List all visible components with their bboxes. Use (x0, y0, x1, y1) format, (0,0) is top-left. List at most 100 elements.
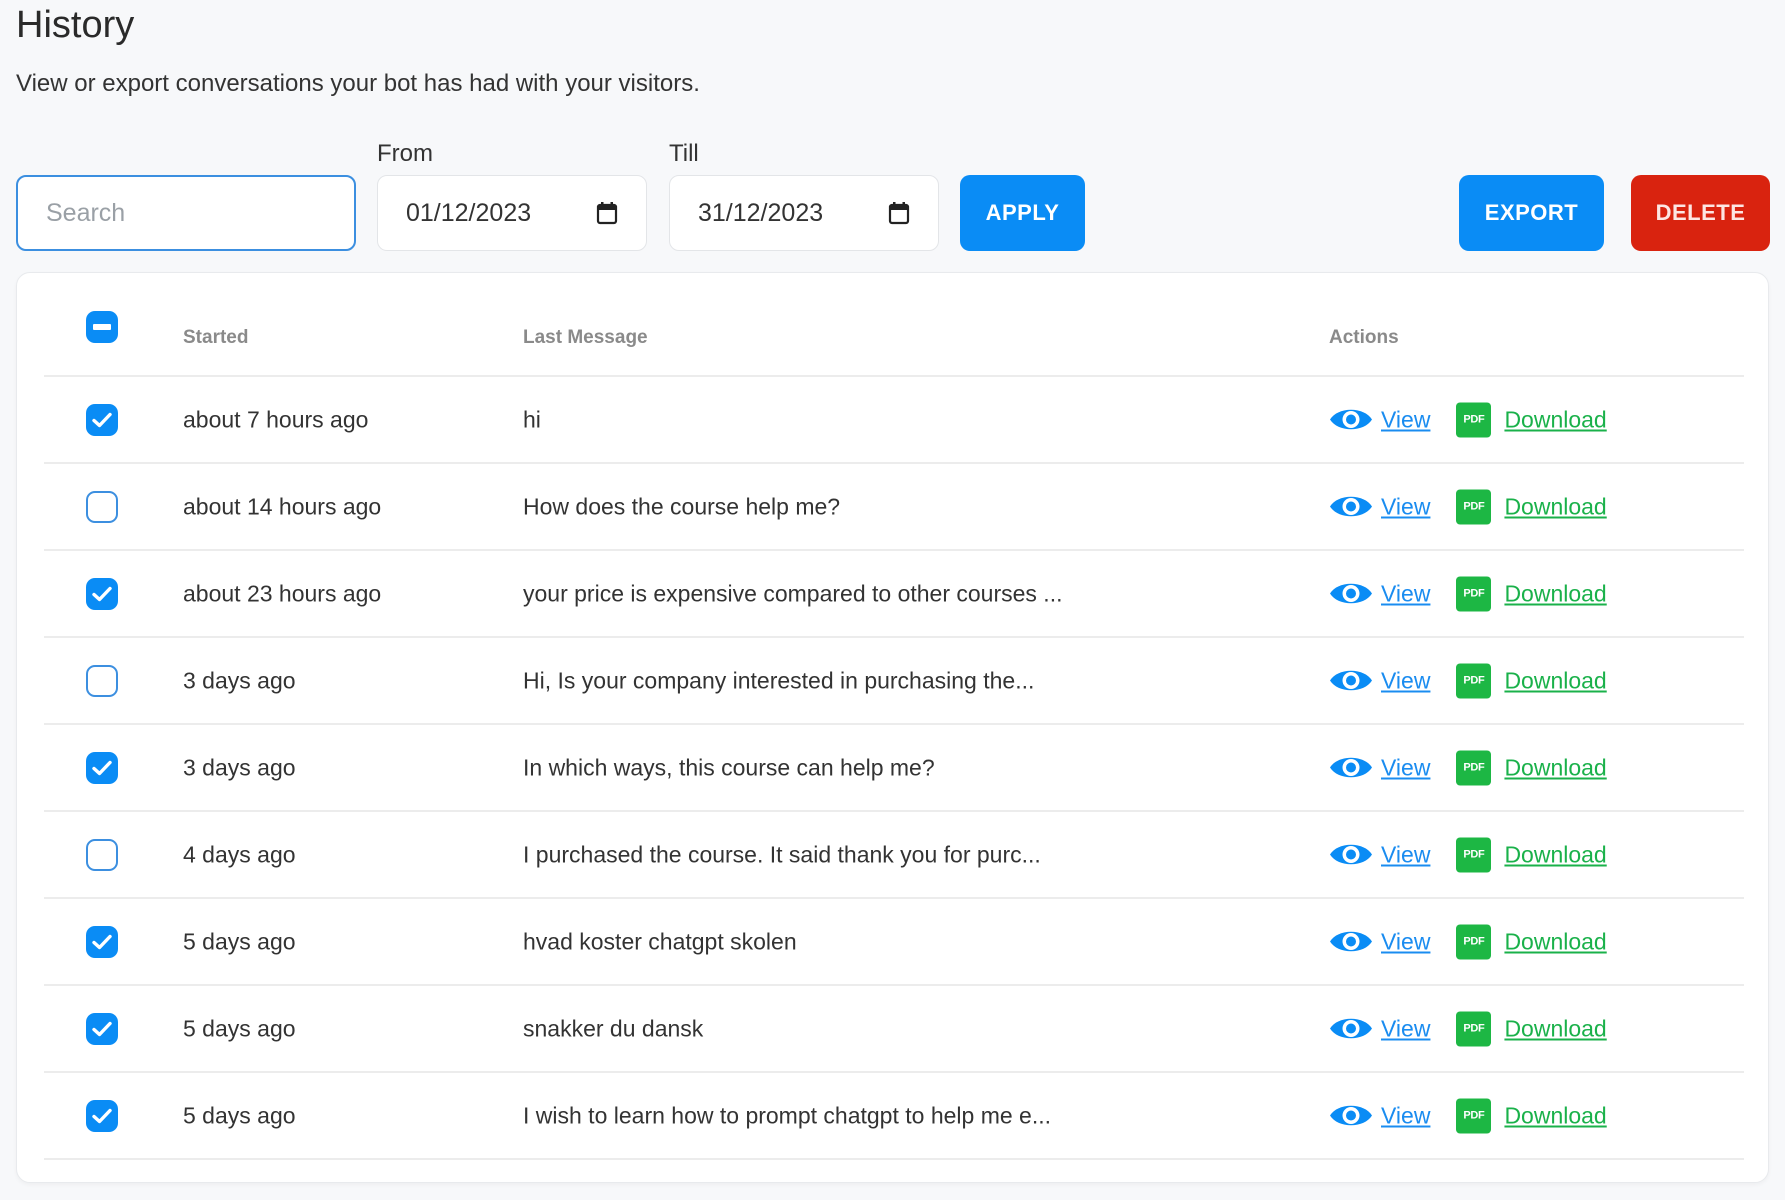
download-link[interactable]: Download (1504, 928, 1606, 955)
pdf-icon[interactable]: PDF (1456, 837, 1492, 872)
eye-icon[interactable] (1329, 841, 1373, 869)
view-link[interactable]: View (1381, 580, 1430, 607)
actions-cell: View PDF Download (1329, 576, 1607, 611)
started-cell: about 7 hours ago (183, 406, 369, 432)
view-link[interactable]: View (1381, 1015, 1430, 1042)
pdf-icon[interactable]: PDF (1456, 750, 1492, 785)
page-subtitle: View or export conversations your bot ha… (16, 70, 700, 97)
check-icon (92, 412, 112, 427)
last-message-cell: I purchased the course. It said thank yo… (523, 841, 1041, 867)
from-date-input[interactable]: 01/12/2023 (377, 175, 647, 251)
pdf-icon[interactable]: PDF (1456, 402, 1492, 437)
delete-button[interactable]: DELETE (1631, 175, 1770, 251)
from-date-value: 01/12/2023 (406, 198, 532, 227)
history-table: Started Last Message Actions about 7 hou… (44, 273, 1744, 1160)
download-link[interactable]: Download (1504, 841, 1606, 868)
pdf-icon[interactable]: PDF (1456, 663, 1492, 698)
page-title: History (16, 4, 135, 46)
check-icon (92, 760, 112, 775)
search-input[interactable] (46, 198, 326, 228)
row-checkbox[interactable] (86, 751, 118, 784)
started-cell: 5 days ago (183, 928, 296, 954)
table-row: about 23 hours ago your price is expensi… (44, 551, 1744, 638)
from-label: From (377, 140, 433, 167)
eye-icon[interactable] (1329, 493, 1373, 521)
started-cell: about 23 hours ago (183, 580, 382, 606)
row-checkbox[interactable] (86, 664, 118, 697)
eye-icon[interactable] (1329, 1015, 1373, 1043)
download-link[interactable]: Download (1504, 667, 1606, 694)
till-label: Till (669, 140, 699, 167)
download-link[interactable]: Download (1504, 754, 1606, 781)
check-icon (92, 934, 112, 949)
view-link[interactable]: View (1381, 928, 1430, 955)
actions-cell: View PDF Download (1329, 402, 1607, 437)
table-row: 5 days ago I wish to learn how to prompt… (44, 1073, 1744, 1160)
pdf-icon[interactable]: PDF (1456, 1011, 1492, 1046)
table-row: 3 days ago In which ways, this course ca… (44, 725, 1744, 812)
download-link[interactable]: Download (1504, 1102, 1606, 1129)
actions-cell: View PDF Download (1329, 1011, 1607, 1046)
calendar-icon[interactable] (596, 201, 618, 225)
calendar-icon[interactable] (888, 201, 910, 225)
download-link[interactable]: Download (1504, 493, 1606, 520)
last-message-cell: I wish to learn how to prompt chatgpt to… (523, 1102, 1052, 1128)
actions-cell: View PDF Download (1329, 750, 1607, 785)
eye-icon[interactable] (1329, 667, 1373, 695)
check-icon (92, 586, 112, 601)
pdf-icon[interactable]: PDF (1456, 489, 1492, 524)
actions-cell: View PDF Download (1329, 1098, 1607, 1133)
export-button[interactable]: EXPORT (1459, 175, 1604, 251)
started-cell: 3 days ago (183, 754, 296, 780)
row-checkbox[interactable] (86, 577, 118, 610)
eye-icon[interactable] (1329, 754, 1373, 782)
started-cell: 4 days ago (183, 841, 296, 867)
last-message-cell: hi (523, 406, 541, 432)
pdf-icon[interactable]: PDF (1456, 924, 1492, 959)
actions-cell: View PDF Download (1329, 837, 1607, 872)
started-cell: about 14 hours ago (183, 493, 382, 519)
row-checkbox[interactable] (86, 490, 118, 523)
eye-icon[interactable] (1329, 928, 1373, 956)
view-link[interactable]: View (1381, 667, 1430, 694)
download-link[interactable]: Download (1504, 1015, 1606, 1042)
download-link[interactable]: Download (1504, 580, 1606, 607)
eye-icon[interactable] (1329, 1102, 1373, 1130)
view-link[interactable]: View (1381, 406, 1430, 433)
last-message-cell: In which ways, this course can help me? (523, 754, 935, 780)
last-message-cell: snakker du dansk (523, 1015, 704, 1041)
last-message-cell: hvad koster chatgpt skolen (523, 928, 797, 954)
column-header-last-message[interactable]: Last Message (523, 327, 648, 349)
view-link[interactable]: View (1381, 1102, 1430, 1129)
view-link[interactable]: View (1381, 754, 1430, 781)
pdf-icon[interactable]: PDF (1456, 576, 1492, 611)
actions-cell: View PDF Download (1329, 663, 1607, 698)
view-link[interactable]: View (1381, 493, 1430, 520)
search-field[interactable] (16, 175, 356, 251)
eye-icon[interactable] (1329, 580, 1373, 608)
row-checkbox[interactable] (86, 1099, 118, 1132)
eye-icon[interactable] (1329, 406, 1373, 434)
check-icon (92, 1021, 112, 1036)
pdf-icon[interactable]: PDF (1456, 1098, 1492, 1133)
history-table-card: Started Last Message Actions about 7 hou… (16, 272, 1769, 1183)
download-link[interactable]: Download (1504, 406, 1606, 433)
started-cell: 3 days ago (183, 667, 296, 693)
column-header-started[interactable]: Started (183, 327, 248, 349)
row-checkbox[interactable] (86, 925, 118, 958)
apply-button[interactable]: APPLY (960, 175, 1085, 251)
actions-cell: View PDF Download (1329, 924, 1607, 959)
table-row: about 7 hours ago hi View PDF Download (44, 377, 1744, 464)
table-row: 4 days ago I purchased the course. It sa… (44, 812, 1744, 899)
select-all-checkbox[interactable] (86, 311, 118, 343)
started-cell: 5 days ago (183, 1015, 296, 1041)
row-checkbox[interactable] (86, 838, 118, 871)
started-cell: 5 days ago (183, 1102, 296, 1128)
row-checkbox[interactable] (86, 403, 118, 436)
view-link[interactable]: View (1381, 841, 1430, 868)
last-message-cell: How does the course help me? (523, 493, 841, 519)
row-checkbox[interactable] (86, 1012, 118, 1045)
table-row: 3 days ago Hi, Is your company intereste… (44, 638, 1744, 725)
till-date-input[interactable]: 31/12/2023 (669, 175, 939, 251)
minus-icon (93, 324, 111, 330)
